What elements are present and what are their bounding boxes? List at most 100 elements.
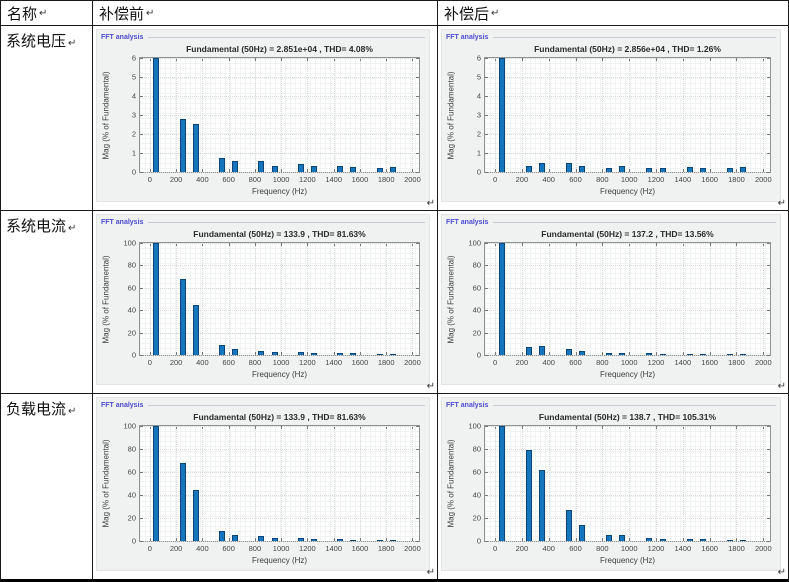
- y-tick-mark: [485, 134, 488, 135]
- row-label-load-current: 负载电流↵: [1, 394, 93, 579]
- y-tick-mark: [485, 172, 488, 173]
- gridline-vertical: [334, 243, 335, 355]
- fft-bar: [377, 354, 383, 355]
- y-tick-mark: [485, 541, 488, 542]
- gridline-vertical: [656, 243, 657, 355]
- fft-bar: [193, 305, 199, 355]
- fft-analysis-label: FFT analysis: [446, 402, 488, 409]
- gridline-horizontal: [140, 115, 419, 116]
- fft-bar: [579, 166, 585, 172]
- gridline-vertical: [763, 426, 764, 541]
- fft-bar: [579, 351, 585, 355]
- fft-analysis-label: FFT analysis: [101, 219, 143, 226]
- y-tick-mark: [140, 449, 143, 450]
- paragraph-mark: ↵: [778, 381, 786, 392]
- x-tick-label: 0: [493, 544, 497, 553]
- panel-header: FFT analysis: [101, 400, 425, 411]
- gridline-horizontal: [140, 426, 419, 427]
- y-tick-mark: [767, 449, 770, 450]
- row-label-system-voltage: 系统电压↵: [1, 26, 93, 211]
- gridline-vertical: [522, 426, 523, 541]
- x-tick-label: 1600: [352, 358, 369, 367]
- fft-chart-voltage-after: Fundamental (50Hz) = 2.856e+04 , THD= 1.…: [442, 43, 780, 199]
- fft-bar: [232, 161, 238, 172]
- fft-bar: [687, 167, 693, 172]
- fft-bar: [180, 279, 186, 355]
- header-cell-before: 补偿前↵: [93, 1, 438, 26]
- gridline-vertical: [202, 426, 203, 541]
- fft-bar: [193, 490, 199, 541]
- y-tick-label: 2: [132, 130, 136, 139]
- fft-bar: [311, 353, 317, 355]
- gridline-horizontal: [140, 58, 419, 59]
- fft-bar: [232, 535, 238, 541]
- x-tick-label: 1800: [378, 544, 395, 553]
- y-tick-label: 80: [473, 261, 481, 270]
- y-tick-label: 80: [128, 445, 136, 454]
- y-tick-label: 80: [128, 261, 136, 270]
- fft-bar: [660, 539, 666, 541]
- fft-analysis-panel: FFT analysis Fundamental (50Hz) = 137.2 …: [441, 214, 781, 385]
- fft-bar: [390, 540, 396, 541]
- y-tick-mark: [140, 134, 143, 135]
- gridline-vertical: [602, 426, 603, 541]
- x-tick-label: 800: [596, 358, 609, 367]
- y-tick-mark: [485, 355, 488, 356]
- fft-bar: [272, 166, 278, 172]
- y-tick-mark: [767, 96, 770, 97]
- y-tick-label: 40: [128, 491, 136, 500]
- y-tick-mark: [140, 288, 143, 289]
- y-tick-label: 6: [132, 54, 136, 63]
- fft-bar: [646, 168, 652, 172]
- gridline-horizontal: [485, 172, 770, 173]
- fft-bar: [350, 540, 356, 541]
- gridline-horizontal: [140, 243, 419, 244]
- y-tick-mark: [416, 77, 419, 78]
- y-tick-mark: [767, 355, 770, 356]
- paragraph-mark: ↵: [491, 8, 499, 19]
- y-tick-label: 1: [132, 148, 136, 157]
- y-tick-label: 4: [132, 91, 136, 100]
- y-tick-mark: [140, 96, 143, 97]
- gridline-vertical: [495, 426, 496, 541]
- x-tick-label: 800: [249, 358, 262, 367]
- fft-bar: [390, 167, 396, 172]
- y-tick-label: 20: [128, 514, 136, 523]
- x-tick-label: 1000: [273, 358, 290, 367]
- y-tick-mark: [416, 449, 419, 450]
- header-before-label: 补偿前: [99, 3, 144, 24]
- fft-bar: [539, 470, 545, 541]
- x-tick-label: 400: [542, 544, 555, 553]
- x-tick-label: 1600: [701, 175, 718, 184]
- y-tick-mark: [767, 426, 770, 427]
- x-tick-label: 800: [249, 175, 262, 184]
- x-tick-label: 1000: [273, 544, 290, 553]
- y-axis-label: Mag (% of Fundamental): [445, 426, 457, 541]
- gridline-horizontal: [485, 288, 770, 289]
- header-after-label: 补偿后: [444, 3, 489, 24]
- y-axis-label: Mag (% of Fundamental): [445, 58, 457, 172]
- y-tick-mark: [485, 58, 488, 59]
- plot-cell-loadcurrent-before: FFT analysis Fundamental (50Hz) = 133.9 …: [93, 394, 438, 579]
- panel-rule: [148, 405, 425, 406]
- x-tick-label: 800: [249, 544, 262, 553]
- y-tick-label: 0: [477, 351, 481, 360]
- fft-bar: [272, 352, 278, 355]
- gridline-vertical: [683, 426, 684, 541]
- gridline-vertical: [202, 243, 203, 355]
- y-tick-label: 80: [473, 445, 481, 454]
- fft-bar: [153, 426, 159, 541]
- y-tick-label: 0: [132, 168, 136, 177]
- fft-chart-syscurrent-after: Fundamental (50Hz) = 137.2 , THD= 13.56%…: [442, 228, 780, 382]
- x-tick-label: 1400: [674, 175, 691, 184]
- paragraph-mark: ↵: [427, 198, 435, 209]
- y-tick-mark: [767, 472, 770, 473]
- panel-header: FFT analysis: [446, 32, 776, 43]
- x-tick-label: 1600: [701, 544, 718, 553]
- y-tick-label: 60: [473, 283, 481, 292]
- y-tick-mark: [416, 355, 419, 356]
- gridline-vertical: [576, 243, 577, 355]
- x-tick-label: 600: [569, 358, 582, 367]
- fft-bar: [579, 525, 585, 541]
- gridline-vertical: [360, 426, 361, 541]
